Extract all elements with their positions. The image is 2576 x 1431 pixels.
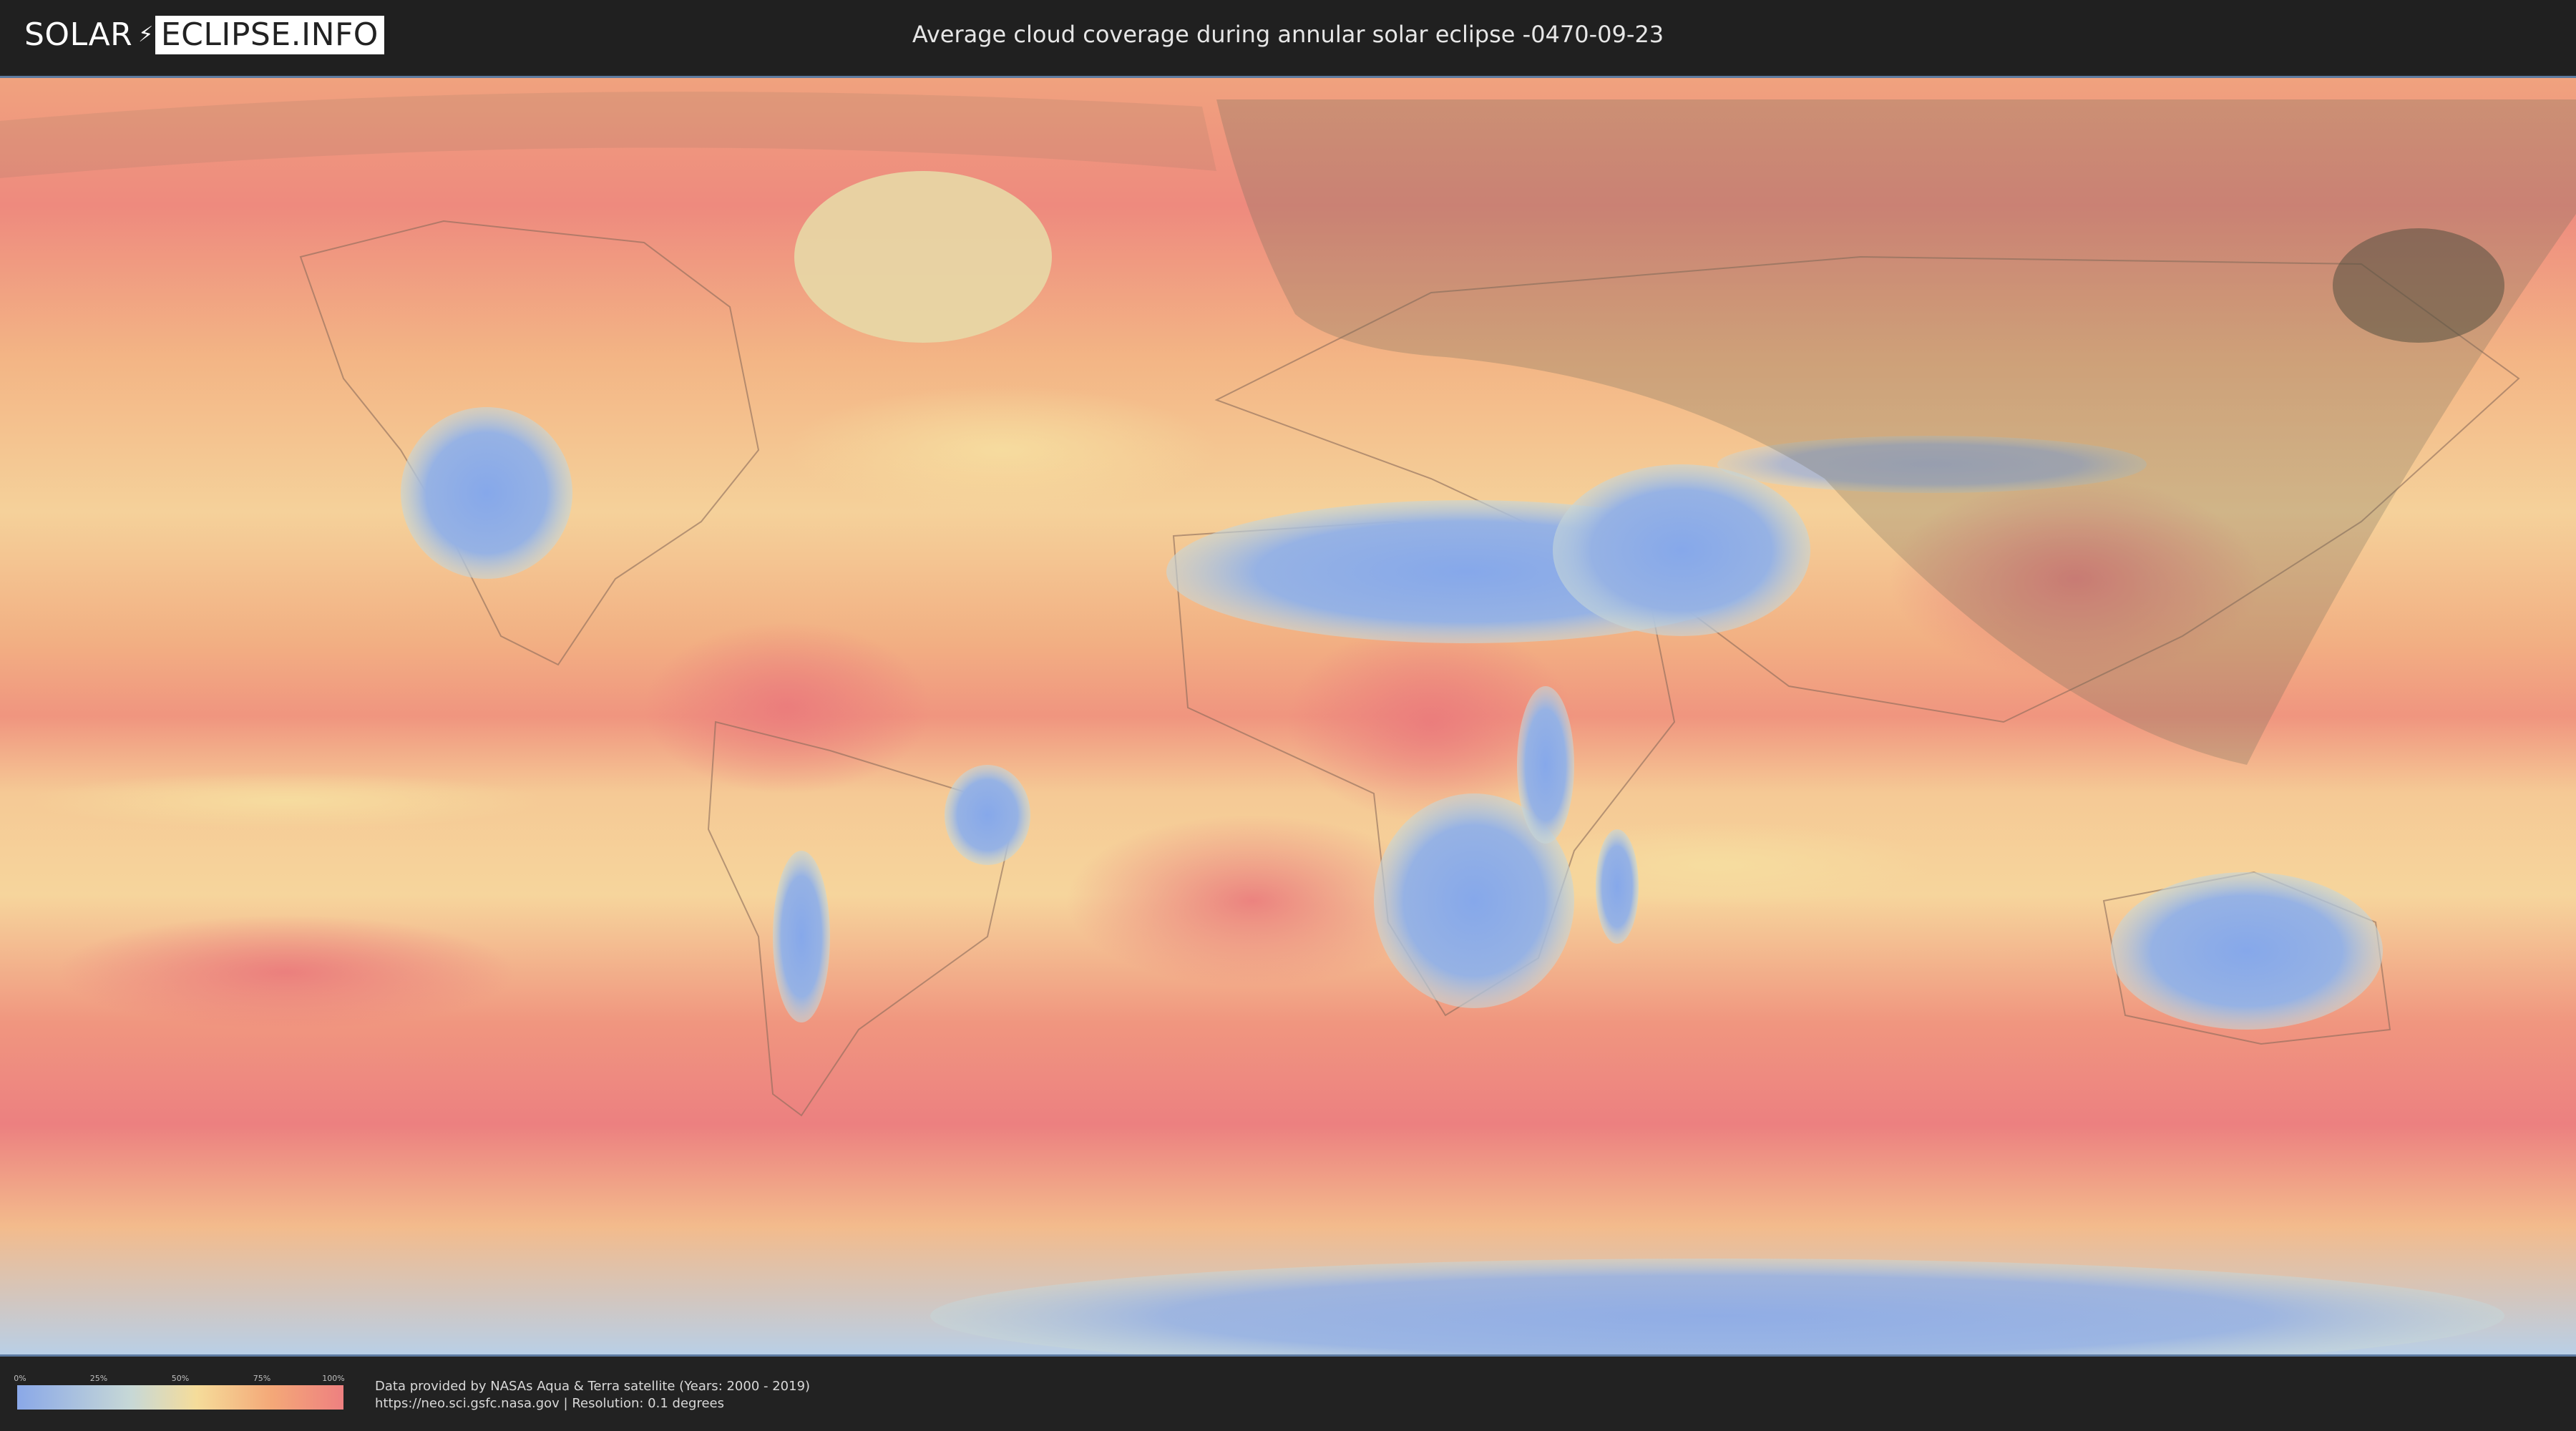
legend-tick: 0% bbox=[14, 1374, 26, 1383]
clear-region-arabia bbox=[1553, 464, 1810, 636]
page-title: Average cloud coverage during annular so… bbox=[912, 21, 1664, 48]
cloud-coverage-map[interactable] bbox=[0, 76, 2576, 1357]
annular-eclipse-path bbox=[2333, 228, 2504, 343]
cloud-coverage-legend: 0% 25% 50% 75% 100% bbox=[14, 1374, 345, 1410]
legend-tick: 100% bbox=[322, 1374, 345, 1383]
map-svg bbox=[0, 78, 2576, 1354]
legend-color-bar bbox=[17, 1385, 343, 1410]
clear-region-north-america bbox=[401, 407, 572, 579]
cloud-region bbox=[57, 915, 515, 1030]
data-credits: Data provided by NASAs Aqua & Terra sate… bbox=[375, 1378, 810, 1412]
clear-band bbox=[787, 386, 1216, 514]
clear-region-andes bbox=[773, 851, 830, 1022]
clear-band bbox=[29, 772, 544, 829]
top-bar: SOLAR ⚡ ECLIPSE.INFO Average cloud cover… bbox=[0, 0, 2576, 74]
legend-ticks: 0% 25% 50% 75% 100% bbox=[14, 1374, 345, 1384]
legend-tick: 25% bbox=[89, 1374, 108, 1383]
clear-region-east-africa bbox=[1517, 686, 1574, 844]
legend-tick: 50% bbox=[171, 1374, 190, 1383]
clear-region-australia bbox=[2111, 872, 2383, 1030]
legend-tick: 75% bbox=[253, 1374, 271, 1383]
land-greenland bbox=[794, 171, 1052, 343]
clear-region-brazil bbox=[945, 765, 1030, 865]
credits-line-url[interactable]: https://neo.sci.gsfc.nasa.gov | Resoluti… bbox=[375, 1395, 810, 1412]
credits-line-source: Data provided by NASAs Aqua & Terra sate… bbox=[375, 1379, 811, 1394]
clear-region-madagascar bbox=[1596, 829, 1639, 944]
